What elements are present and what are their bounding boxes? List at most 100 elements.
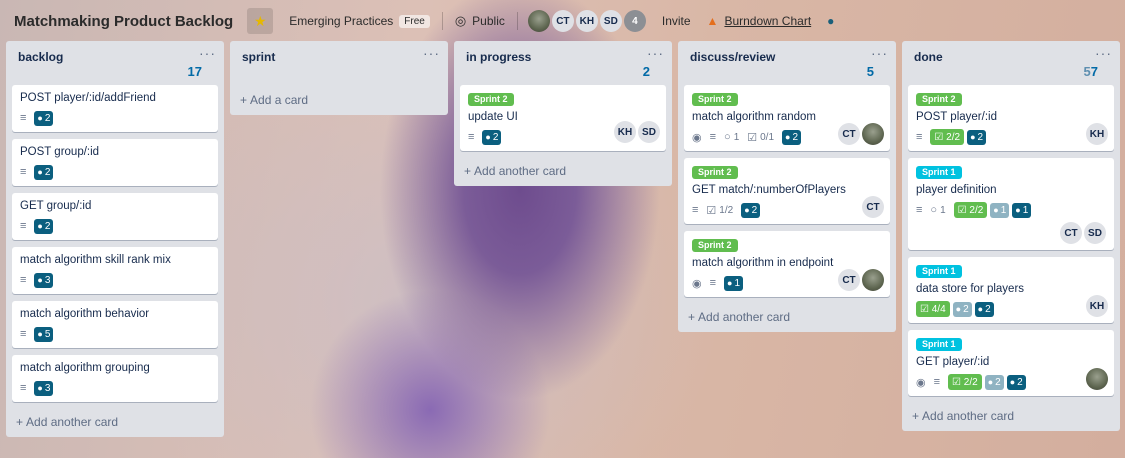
list-menu-icon[interactable]: ··· <box>199 45 216 61</box>
star-button[interactable]: ★ <box>247 8 274 34</box>
checklist-count: 0/1 <box>760 131 775 143</box>
points-value: 2 <box>985 303 991 315</box>
list-menu-icon[interactable]: ··· <box>871 45 888 61</box>
burndown-link: Burndown Chart <box>724 14 812 28</box>
card-member-avatar[interactable]: CT <box>1060 222 1082 244</box>
list-header: done ··· 57 <box>902 41 1120 85</box>
card[interactable]: Sprint 2 match algorithm random ◉ ≡ ○ 1 ☑… <box>684 85 890 151</box>
bulb-icon: ● <box>970 132 976 142</box>
description-icon: ≡ <box>20 166 27 178</box>
card[interactable]: POST group/:id ≡ ● 2 <box>12 139 218 186</box>
checkbox-icon: ☑ <box>706 204 717 217</box>
member-avatar[interactable]: CT <box>551 10 574 32</box>
card-member-avatar-photo[interactable] <box>862 269 884 291</box>
points-value: 5 <box>44 328 51 340</box>
card-title: match algorithm in endpoint <box>692 257 834 269</box>
card-member-avatar[interactable]: SD <box>1084 222 1106 244</box>
list-menu-icon[interactable]: ··· <box>647 45 664 61</box>
bulb-icon: ● <box>987 377 994 387</box>
points-value: 2 <box>751 204 758 216</box>
add-card-button[interactable]: + Add a card <box>230 85 448 115</box>
list-done: done ··· 57 Sprint 2 POST player/:id ≡ ☑… <box>902 41 1120 431</box>
card[interactable]: Sprint 2 GET match/:numberOfPlayers ≡ ☑ 1… <box>684 158 890 224</box>
points-done: 5 <box>1083 64 1091 79</box>
card[interactable]: match algorithm skill rank mix ≡ ● 3 <box>12 247 218 294</box>
board-title[interactable]: Matchmaking Product Backlog <box>14 13 233 30</box>
card[interactable]: match algorithm grouping ≡ ● 3 <box>12 355 218 402</box>
card[interactable]: Sprint 1 player definition ≡ ○ 1 ☑ 2/2 ● 1… <box>908 158 1114 250</box>
board-members: CT KH SD 4 <box>527 10 648 32</box>
checklist-count: 2/2 <box>963 376 978 388</box>
invite-button[interactable]: Invite <box>654 8 699 34</box>
card[interactable]: Sprint 2 match algorithm in endpoint ◉ ≡… <box>684 231 890 297</box>
sprint-label: Sprint 2 <box>692 166 738 179</box>
card[interactable]: match algorithm behavior ≡ ● 5 <box>12 301 218 348</box>
member-overflow-count[interactable]: 4 <box>623 10 646 32</box>
add-card-button[interactable]: + Add another card <box>6 409 224 437</box>
list-menu-icon[interactable]: ··· <box>1095 45 1112 61</box>
card[interactable]: POST player/:id/addFriend ≡ ● 2 <box>12 85 218 132</box>
card-title: player definition <box>916 184 997 196</box>
card-member-avatar[interactable]: KH <box>1086 123 1108 145</box>
member-avatar-photo[interactable] <box>527 10 550 32</box>
description-icon: ≡ <box>20 328 27 340</box>
list-title[interactable]: discuss/review <box>690 50 884 64</box>
card-member-avatar[interactable]: SD <box>638 121 660 143</box>
list-menu-icon[interactable]: ··· <box>423 45 440 61</box>
points-value: 2 <box>44 220 51 232</box>
team-button[interactable]: Emerging Practices Free <box>281 8 438 34</box>
card-title: POST player/:id/addFriend <box>20 92 156 104</box>
card-member-avatar[interactable]: KH <box>1086 295 1108 317</box>
points-value: 2 <box>44 112 51 124</box>
card-member-avatar-photo[interactable] <box>1086 368 1108 390</box>
list-title[interactable]: in progress <box>466 50 660 64</box>
points-badge: ● 3 <box>34 380 54 396</box>
card-member-avatar-photo[interactable] <box>862 123 884 145</box>
points-value: 2 <box>977 131 984 143</box>
visibility-button[interactable]: ◎ Public <box>447 8 513 34</box>
flame-icon: ▲ <box>706 14 719 28</box>
member-avatar[interactable]: SD <box>599 10 622 32</box>
checklist-complete-badge: ☑ 4/4 <box>916 301 950 317</box>
card-member-avatar[interactable]: CT <box>838 269 860 291</box>
card[interactable]: GET group/:id ≡ ● 2 <box>12 193 218 240</box>
card[interactable]: Sprint 1 GET player/:id ◉ ≡ ☑ 2/2 ● 2 ● 2 <box>908 330 1114 396</box>
list-sprint: sprint ··· + Add a card <box>230 41 448 115</box>
bulb-icon: ● <box>485 132 491 142</box>
card-member-avatar[interactable]: CT <box>838 123 860 145</box>
description-icon: ≡ <box>20 382 27 394</box>
add-card-button[interactable]: + Add another card <box>678 304 896 332</box>
list-title[interactable]: done <box>914 50 1108 64</box>
list-points-total: 57 <box>1084 64 1098 79</box>
points-badge: ● 2 <box>34 110 54 126</box>
card-title: POST player/:id <box>916 111 997 123</box>
list-header: in progress ··· 2 <box>454 41 672 85</box>
list-title[interactable]: backlog <box>18 50 212 64</box>
points-value: 3 <box>44 382 51 394</box>
list-title[interactable]: sprint <box>242 50 436 64</box>
card-member-avatar[interactable]: KH <box>614 121 636 143</box>
list-in-progress: in progress ··· 2 Sprint 2 update UI ≡ ●… <box>454 41 672 186</box>
bulb-icon: ● <box>955 304 962 314</box>
add-card-label: Add another card <box>922 409 1015 423</box>
comment-badge: ○ 1 <box>930 204 945 216</box>
card[interactable]: Sprint 2 POST player/:id ≡ ☑ 2/2 ● 2 KH <box>908 85 1114 151</box>
add-card-button[interactable]: + Add another card <box>454 158 672 186</box>
add-card-button[interactable]: + Add another card <box>902 403 1120 431</box>
lightbulb-icon[interactable]: ● <box>827 14 834 28</box>
card-title: GET group/:id <box>20 200 92 212</box>
card-member-avatar[interactable]: CT <box>862 196 884 218</box>
comment-count: 1 <box>733 131 740 143</box>
card[interactable]: Sprint 2 update UI ≡ ● 2 KH SD <box>460 85 666 151</box>
bulb-icon: ● <box>37 167 43 177</box>
bulb-icon: ● <box>744 205 750 215</box>
bulb-icon: ● <box>37 221 43 231</box>
checkbox-icon: ☑ <box>957 204 967 216</box>
burndown-button[interactable]: ▲ Burndown Chart <box>699 8 820 34</box>
add-card-label: Add another card <box>26 415 119 429</box>
checkbox-icon: ☑ <box>920 303 929 315</box>
divider <box>441 12 443 30</box>
card[interactable]: Sprint 1 data store for players ☑ 4/4 ● 2… <box>908 257 1114 323</box>
list-points-total: 17 <box>187 64 202 79</box>
member-avatar[interactable]: KH <box>575 10 598 32</box>
